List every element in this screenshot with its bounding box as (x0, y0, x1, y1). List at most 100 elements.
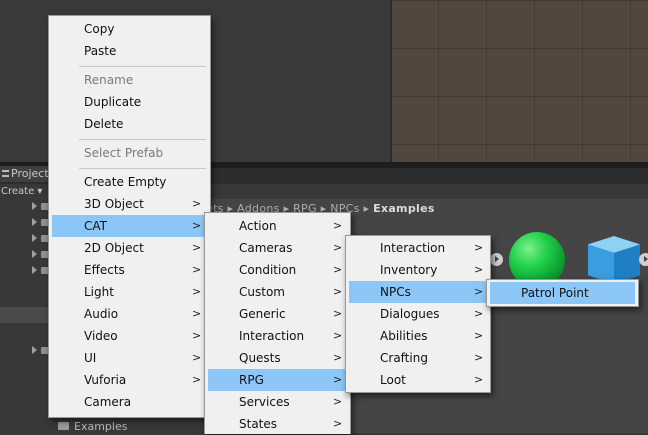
menu-item-light[interactable]: Light > (49, 281, 210, 303)
chevron-down-icon: ▾ (37, 186, 43, 197)
menu-item-vuforia[interactable]: Vuforia > (49, 369, 210, 391)
breadcrumb-current: Examples (373, 202, 435, 215)
chevron-right-icon: > (333, 307, 343, 320)
menu-item-duplicate[interactable]: Duplicate (49, 91, 210, 113)
menu-item-interaction[interactable]: Interaction > (205, 325, 350, 347)
chevron-right-icon: > (474, 307, 484, 320)
menu-item-inventory[interactable]: Inventory > (346, 259, 490, 281)
menu-separator (79, 139, 206, 140)
menu-item-npcs[interactable]: NPCs > (349, 281, 487, 303)
menu-item-delete[interactable]: Delete (49, 113, 210, 135)
menu-item-label: 2D Object (84, 241, 144, 255)
menu-item-interaction[interactable]: Interaction > (346, 237, 490, 259)
menu-item-create-empty[interactable]: Create Empty (49, 171, 210, 193)
menu-item-label: Interaction (380, 241, 446, 255)
menu-item-label: Copy (84, 22, 115, 36)
menu-item-2d-object[interactable]: 2D Object > (49, 237, 210, 259)
menu-item-services[interactable]: Services > (205, 391, 350, 413)
menu-item-condition[interactable]: Condition > (205, 259, 350, 281)
menu-item-label: Services (239, 395, 290, 409)
expand-arrow-icon[interactable] (32, 202, 37, 210)
menu-item-patrol-point[interactable]: Patrol Point (490, 282, 635, 304)
menu-item-ui[interactable]: UI > (49, 347, 210, 369)
chevron-right-icon: > (333, 417, 343, 430)
menu-item-action[interactable]: Action > (205, 215, 350, 237)
menu-item-label: Audio (84, 307, 119, 321)
menu-item-label: Abilities (380, 329, 428, 343)
folder-icon (58, 422, 69, 430)
menu-item-label: States (239, 417, 278, 431)
chevron-right-icon: > (192, 329, 202, 342)
tab-project[interactable]: Project (0, 166, 55, 182)
chevron-right-icon: > (474, 351, 484, 364)
expand-arrow-icon[interactable] (32, 218, 37, 226)
chevron-right-icon: > (192, 197, 202, 210)
menu-item-3d-object[interactable]: 3D Object > (49, 193, 210, 215)
menu-item-video[interactable]: Video > (49, 325, 210, 347)
cat-submenu: Action > Cameras > Condition > Custom > Gene… (204, 212, 351, 434)
menu-item-label: UI (84, 351, 97, 365)
scene-divider (390, 0, 392, 162)
menu-item-label: Cameras (239, 241, 293, 255)
chevron-right-icon: > (333, 351, 343, 364)
chevron-right-icon: > (333, 329, 343, 342)
menu-item-abilities[interactable]: Abilities > (346, 325, 490, 347)
menu-item-select-prefab: Select Prefab (49, 142, 210, 164)
menu-item-label: Select Prefab (84, 146, 164, 160)
menu-item-label: Create Empty (84, 175, 167, 189)
menu-separator (79, 168, 206, 169)
menu-item-label: Crafting (380, 351, 428, 365)
menu-item-label: Vuforia (84, 373, 127, 387)
menu-item-label: Condition (239, 263, 297, 277)
expand-arrow-icon[interactable] (32, 234, 37, 242)
menu-item-crafting[interactable]: Crafting > (346, 347, 490, 369)
menu-item-label: Quests (239, 351, 281, 365)
menu-item-copy[interactable]: Copy (49, 18, 210, 40)
chevron-right-icon: > (333, 373, 343, 386)
menu-item-cat[interactable]: CAT > (52, 215, 207, 237)
menu-item-custom[interactable]: Custom > (205, 281, 350, 303)
cube-prefab-thumbnail[interactable] (588, 236, 640, 284)
create-button[interactable]: Create ▾ (0, 184, 42, 199)
menu-item-label: Generic (239, 307, 286, 321)
chevron-right-icon: > (333, 285, 343, 298)
menu-item-label: NPCs (380, 285, 411, 299)
menu-item-rpg[interactable]: RPG > (208, 369, 347, 391)
scene-view (390, 0, 648, 162)
menu-item-camera[interactable]: Camera (49, 391, 210, 413)
menu-item-label: Rename (84, 73, 134, 87)
menu-item-audio[interactable]: Audio > (49, 303, 210, 325)
menu-item-effects[interactable]: Effects > (49, 259, 210, 281)
menu-item-states[interactable]: States > (205, 413, 350, 435)
menu-item-dialogues[interactable]: Dialogues > (346, 303, 490, 325)
chevron-right-icon: > (192, 307, 202, 320)
menu-item-label: 3D Object (84, 197, 144, 211)
chevron-right-icon: > (192, 285, 202, 298)
create-button-label: Create (1, 186, 35, 197)
expand-arrow-icon[interactable] (32, 250, 37, 258)
menu-item-label: Patrol Point (521, 286, 589, 300)
menu-item-label: Interaction (239, 329, 305, 343)
menu-item-paste[interactable]: Paste (49, 40, 210, 62)
chevron-right-icon: > (474, 285, 484, 298)
chevron-right-icon: > (474, 373, 484, 386)
chevron-right-icon: > (192, 351, 202, 364)
expand-arrow-icon[interactable] (32, 266, 37, 274)
menu-item-generic[interactable]: Generic > (205, 303, 350, 325)
menu-item-loot[interactable]: Loot > (346, 369, 490, 391)
chevron-right-icon: > (333, 263, 343, 276)
chevron-right-icon: > (474, 263, 484, 276)
list-icon (2, 170, 9, 177)
tree-item-examples[interactable]: Examples (58, 420, 127, 433)
expand-arrow-icon[interactable] (32, 346, 37, 354)
play-icon[interactable] (639, 253, 648, 266)
play-icon[interactable] (490, 253, 503, 266)
menu-item-quests[interactable]: Quests > (205, 347, 350, 369)
menu-item-label: RPG (239, 373, 264, 387)
chevron-right-icon: > (333, 241, 343, 254)
menu-item-label: Camera (84, 395, 132, 409)
menu-item-cameras[interactable]: Cameras > (205, 237, 350, 259)
chevron-right-icon: > (474, 241, 484, 254)
chevron-right-icon: > (192, 373, 202, 386)
menu-item-label: Duplicate (84, 95, 142, 109)
